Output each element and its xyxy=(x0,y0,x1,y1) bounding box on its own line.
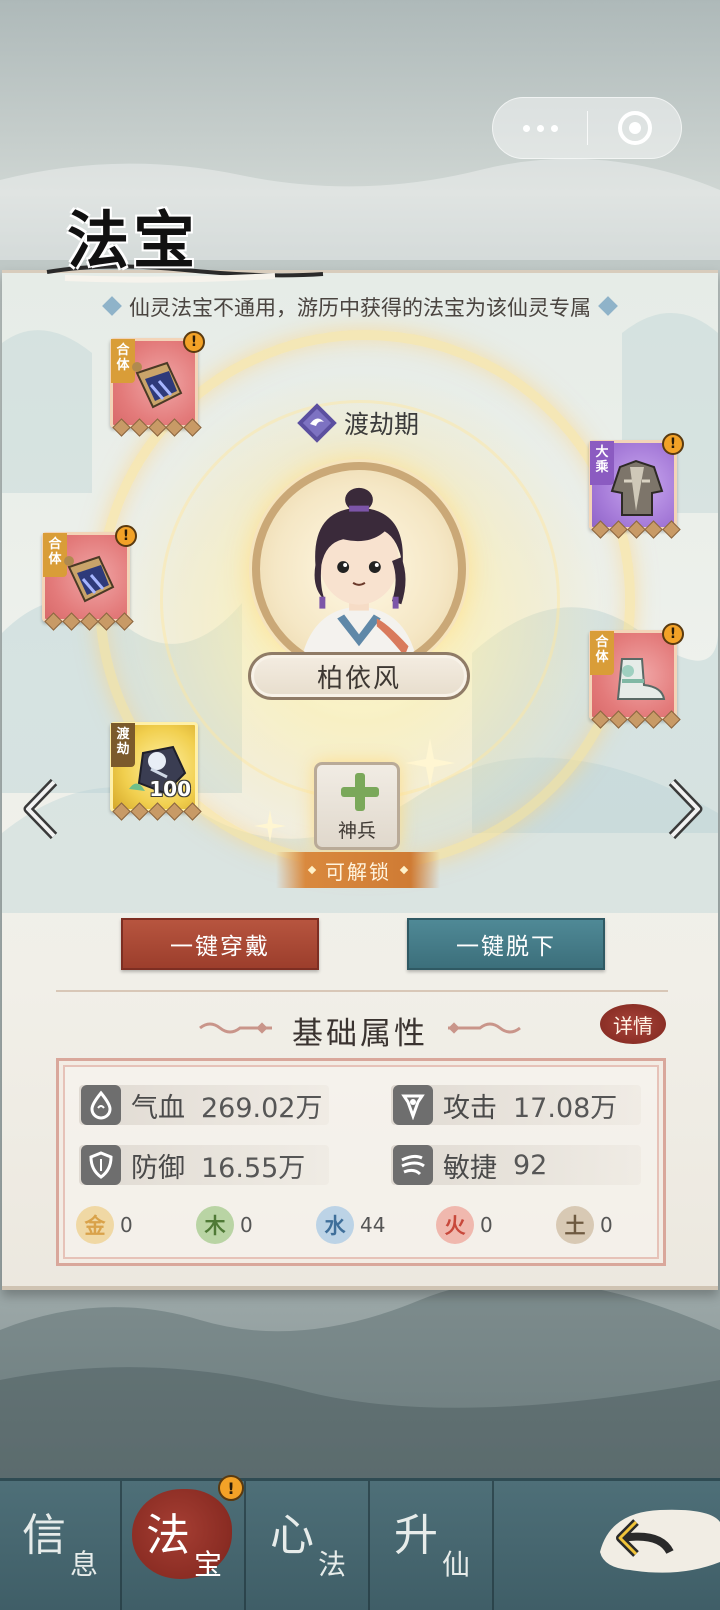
target-circle-icon[interactable] xyxy=(588,98,681,158)
wood-element-icon: 木 xyxy=(196,1206,234,1244)
element-value: 0 xyxy=(480,1213,493,1237)
wind-icon xyxy=(393,1145,433,1185)
realm-icon xyxy=(297,403,337,443)
alert-badge: ! xyxy=(662,623,684,645)
notice-line: 仙灵法宝不通用，游历中获得的法宝为该仙灵专属 xyxy=(0,292,720,322)
element-value: 0 xyxy=(600,1213,613,1237)
element-metal: 金 0 xyxy=(76,1206,133,1244)
alert-badge: ! xyxy=(662,433,684,455)
chevron-left-icon[interactable] xyxy=(18,778,66,840)
tab-label-sub: 息 xyxy=(70,1548,99,1581)
chevron-right-icon[interactable] xyxy=(660,778,708,840)
treasure-slot-left-middle[interactable]: 合体 ! xyxy=(42,525,137,631)
unlock-text: 可解锁 xyxy=(325,859,391,884)
tab-label-main: 升 xyxy=(394,1510,438,1561)
element-wood: 木 0 xyxy=(196,1206,253,1244)
alert-badge: ! xyxy=(115,525,137,547)
treasure-slot-left-bottom[interactable]: 渡劫 100 xyxy=(110,722,202,821)
equip-all-button[interactable]: 一键穿戴 xyxy=(121,918,319,970)
stat-value: 17.08万 xyxy=(513,1092,618,1124)
stat-value: 16.55万 xyxy=(201,1152,306,1184)
sparkle-icon xyxy=(405,738,455,788)
character-avatar xyxy=(299,487,419,668)
detail-button[interactable]: 详情 xyxy=(600,1004,666,1044)
shield-icon xyxy=(81,1145,121,1185)
tab-label-sub: 法 xyxy=(318,1548,347,1581)
stat-defense: 防御 16.55万 xyxy=(79,1145,329,1185)
item-star-row xyxy=(112,802,202,821)
item-star-row xyxy=(44,612,134,631)
tab-ascend[interactable]: 升 仙 xyxy=(372,1481,494,1610)
attack-icon xyxy=(393,1085,433,1125)
element-fire: 火 0 xyxy=(436,1206,493,1244)
blood-drop-icon xyxy=(81,1085,121,1125)
diamond-ornament-icon xyxy=(598,296,618,316)
boots-treasure-icon xyxy=(616,658,666,700)
stat-agility: 敏捷 92 xyxy=(391,1145,641,1185)
stat-label: 气血 xyxy=(131,1092,185,1124)
item-star-row xyxy=(591,710,681,729)
tab-alert-badge: ! xyxy=(218,1475,244,1501)
armor-robe-icon xyxy=(610,459,664,516)
tab-info[interactable]: 信 息 xyxy=(0,1481,122,1610)
stat-label: 防御 xyxy=(131,1152,185,1184)
element-value: 44 xyxy=(360,1213,386,1237)
stat-attack: 攻击 17.08万 xyxy=(391,1085,641,1125)
unlock-ribbon: 可解锁 xyxy=(276,852,440,888)
bell-treasure-icon xyxy=(132,361,183,409)
item-star-row xyxy=(591,520,681,539)
remove-all-button[interactable]: 一键脱下 xyxy=(407,918,605,970)
cloud-ornament-icon xyxy=(448,1022,521,1034)
divine-weapon-label: 神兵 xyxy=(337,820,376,842)
stat-value: 92 xyxy=(513,1149,548,1181)
metal-element-icon: 金 xyxy=(76,1206,114,1244)
realm-text: 渡劫期 xyxy=(344,410,420,439)
fire-element-icon: 火 xyxy=(436,1206,474,1244)
stat-value: 269.02万 xyxy=(201,1092,323,1124)
character-name-plate: 柏依风 xyxy=(248,652,470,700)
tab-label-main: 法 xyxy=(146,1510,190,1561)
tab-label-main: 心 xyxy=(270,1510,314,1561)
page-title-text: 法宝 xyxy=(67,204,200,277)
page-title: 法宝 xyxy=(45,190,325,290)
tab-label-main: 信 xyxy=(22,1510,66,1561)
stat-hp: 气血 269.02万 xyxy=(79,1085,329,1125)
water-element-icon: 水 xyxy=(316,1206,354,1244)
divine-weapon-slot[interactable]: 神兵 xyxy=(314,762,400,850)
item-count: 100 xyxy=(149,777,191,801)
plus-icon xyxy=(341,773,379,811)
sparkle-icon xyxy=(254,810,286,842)
realm-badge: 渡劫期 xyxy=(296,402,419,444)
element-water: 水 44 xyxy=(316,1206,385,1244)
back-arrow-icon[interactable] xyxy=(590,1492,720,1578)
stat-label: 攻击 xyxy=(443,1092,497,1124)
miniprogram-capsule xyxy=(492,97,682,159)
alert-badge: ! xyxy=(183,331,205,353)
element-value: 0 xyxy=(240,1213,253,1237)
stat-label: 敏捷 xyxy=(443,1152,497,1184)
diamond-ornament-icon xyxy=(102,296,122,316)
treasure-slot-right-middle[interactable]: 合体 ! xyxy=(589,623,684,729)
tab-mind-method[interactable]: 心 法 xyxy=(248,1481,370,1610)
element-earth: 土 0 xyxy=(556,1206,613,1244)
more-dots-icon[interactable] xyxy=(493,98,587,158)
bell-treasure-icon xyxy=(64,555,115,603)
tab-label-sub: 仙 xyxy=(442,1548,471,1581)
treasure-slot-left-top[interactable]: 合体 ! xyxy=(110,331,205,437)
section-divider xyxy=(56,990,668,992)
item-star-row xyxy=(112,418,202,437)
notice-text: 仙灵法宝不通用，游历中获得的法宝为该仙灵专属 xyxy=(129,296,591,320)
treasure-slot-right-top[interactable]: 大乘 ! xyxy=(589,433,684,539)
tab-label-sub: 宝 xyxy=(194,1548,223,1581)
earth-element-icon: 土 xyxy=(556,1206,594,1244)
character-portrait[interactable] xyxy=(252,462,466,676)
element-value: 0 xyxy=(120,1213,133,1237)
